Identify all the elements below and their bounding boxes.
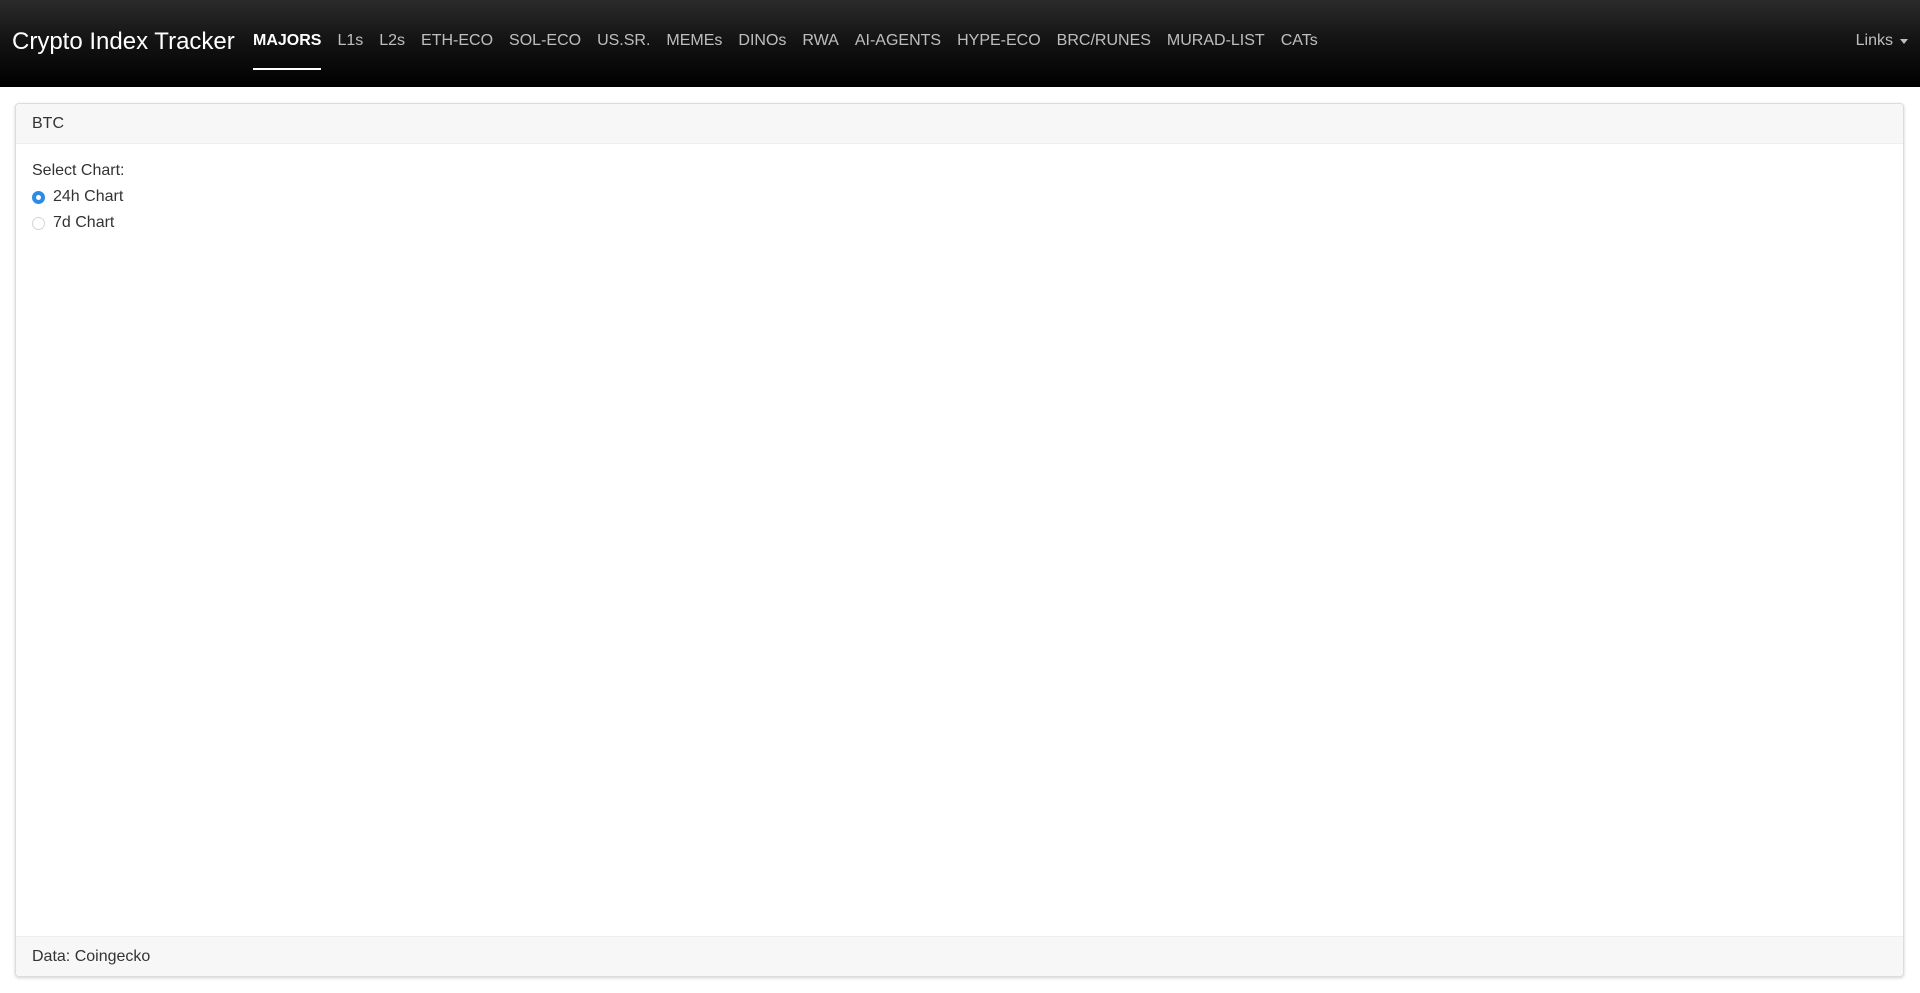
nav-tab-majors[interactable]: MAJORS bbox=[253, 31, 322, 70]
card-footer: Data: Coingecko bbox=[16, 936, 1903, 976]
nav-tab-memes[interactable]: MEMEs bbox=[666, 31, 722, 51]
radio-option-24h-label: 24h Chart bbox=[53, 188, 124, 205]
radio-checked-icon[interactable] bbox=[32, 190, 45, 204]
nav-tab-brc-runes[interactable]: BRC/RUNES bbox=[1057, 31, 1151, 51]
nav-tab-hype-eco[interactable]: HYPE-ECO bbox=[957, 31, 1041, 51]
card-header: BTC bbox=[16, 104, 1903, 144]
nav-tab-cats[interactable]: CATs bbox=[1281, 31, 1318, 51]
nav-tab-murad-list[interactable]: MURAD-LIST bbox=[1167, 31, 1265, 51]
nav-tab-us-sr[interactable]: US.SR. bbox=[597, 31, 650, 51]
links-dropdown[interactable]: Links bbox=[1856, 31, 1908, 51]
nav-tab-l1s[interactable]: L1s bbox=[337, 31, 363, 51]
nav-tabs: MAJORS L1s L2s ETH-ECO SOL-ECO US.SR. ME… bbox=[253, 31, 1334, 70]
nav-tab-dinos[interactable]: DINOs bbox=[738, 31, 786, 51]
nav-tab-ai-agents[interactable]: AI-AGENTS bbox=[855, 31, 941, 51]
radio-option-24h[interactable]: 24h Chart bbox=[32, 187, 1887, 207]
links-dropdown-label: Links bbox=[1855, 32, 1893, 49]
nav-tab-rwa[interactable]: RWA bbox=[802, 31, 838, 51]
chart-area bbox=[32, 214, 1887, 894]
select-chart-label: Select Chart: bbox=[32, 162, 125, 179]
nav-tab-sol-eco[interactable]: SOL-ECO bbox=[509, 31, 581, 51]
nav-tab-l2s[interactable]: L2s bbox=[379, 31, 405, 51]
brand-title[interactable]: Crypto Index Tracker bbox=[12, 27, 235, 57]
caret-down-icon bbox=[1900, 38, 1908, 44]
chart-card: BTC Select Chart: 24h Chart 7d Chart Dat… bbox=[15, 103, 1904, 977]
nav-tab-eth-eco[interactable]: ETH-ECO bbox=[421, 31, 493, 51]
top-navbar: Crypto Index Tracker MAJORS L1s L2s ETH-… bbox=[0, 0, 1920, 87]
